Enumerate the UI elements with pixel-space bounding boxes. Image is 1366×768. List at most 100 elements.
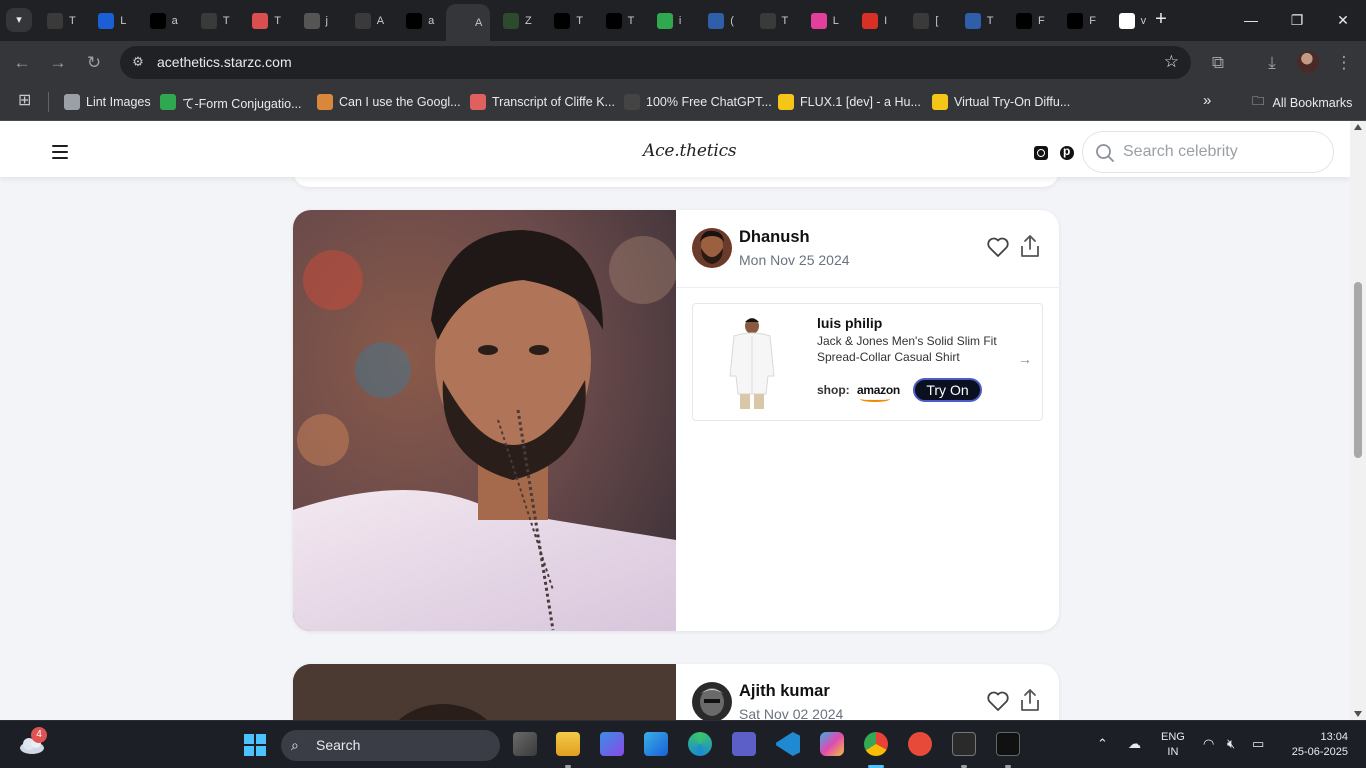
green-box-icon — [656, 12, 673, 29]
browser-tab[interactable]: F — [1060, 6, 1108, 35]
browser-tab[interactable]: L — [91, 6, 139, 35]
bookmark-item[interactable]: Virtual Try-On Diffu... — [932, 92, 1070, 112]
browser-tab[interactable]: T — [40, 6, 88, 35]
browser-tab[interactable]: ( — [701, 6, 749, 35]
close-window-button[interactable]: ✕ — [1328, 8, 1358, 32]
product-image[interactable] — [726, 316, 778, 410]
reload-icon[interactable]: ↻ — [82, 51, 106, 75]
tab-search-menu-button[interactable]: ▾ — [6, 8, 32, 32]
windows-start-icon[interactable] — [243, 733, 267, 757]
wifi-icon[interactable]: ◠ — [1203, 736, 1214, 752]
instagram-icon[interactable] — [1034, 146, 1048, 160]
search-input[interactable] — [1123, 141, 1323, 163]
tab-title: T — [274, 14, 281, 27]
pinterest-icon[interactable] — [1060, 144, 1074, 160]
download-icon[interactable]: ⤓ — [1260, 51, 1284, 75]
task-view-icon[interactable] — [513, 732, 537, 756]
vscode-icon[interactable] — [776, 732, 800, 756]
browser-tab[interactable]: j — [297, 6, 345, 35]
bookmark-item[interactable]: て-Form Conjugatio... — [160, 92, 301, 112]
hamburger-menu-icon[interactable] — [52, 145, 68, 163]
bookmark-label: Transcript of Cliffe K... — [492, 95, 615, 109]
address-bar[interactable]: ⚙ acethetics.starzc.com ☆ — [120, 46, 1191, 79]
heart-icon[interactable] — [986, 236, 1010, 258]
bookmark-item[interactable]: Lint Images — [64, 92, 151, 112]
restore-button[interactable]: ❐ — [1282, 8, 1312, 32]
browser-tab[interactable]: [ — [906, 6, 954, 35]
hf-icon — [778, 94, 794, 110]
browser-tab[interactable]: a — [399, 6, 447, 35]
amazon-logo[interactable]: amazon — [857, 383, 900, 397]
microsoft-store-icon[interactable] — [600, 732, 624, 756]
teams-icon[interactable] — [732, 732, 756, 756]
system-clock[interactable]: 13:04 25-06-2025 — [1284, 730, 1348, 760]
azure-data-icon[interactable] — [644, 732, 668, 756]
site-logo[interactable]: Ace.thetics — [643, 141, 737, 161]
chrome-icon[interactable] — [864, 732, 888, 756]
tab-title: [ — [935, 14, 939, 27]
copilot-icon[interactable] — [820, 732, 844, 756]
scroll-down-arrow-icon[interactable] — [1354, 711, 1362, 717]
celebrity-name[interactable]: Dhanush — [739, 228, 810, 247]
menu-dots-icon[interactable]: ⋮ — [1332, 51, 1356, 75]
forward-icon[interactable]: → — [46, 51, 70, 75]
browser-tab[interactable]: a — [143, 6, 191, 35]
wps-office-icon[interactable] — [908, 732, 932, 756]
celebrity-name[interactable]: Ajith kumar — [739, 682, 830, 701]
battery-icon[interactable]: ▭ — [1252, 736, 1264, 752]
browser-tab[interactable]: T — [753, 6, 801, 35]
product-card[interactable]: luis philip Jack & Jones Men's Solid Sli… — [692, 303, 1043, 421]
site-info-icon[interactable]: ⚙ — [129, 53, 147, 71]
celebrity-photo[interactable] — [293, 664, 676, 720]
browser-tab[interactable]: T — [599, 6, 647, 35]
bookmark-star-icon[interactable]: ☆ — [1164, 52, 1179, 72]
extensions-icon[interactable]: ⧉ — [1206, 51, 1230, 75]
celebrity-avatar[interactable] — [692, 228, 732, 268]
more-bookmarks-icon[interactable]: » — [1203, 92, 1211, 109]
bookmark-item[interactable]: FLUX.1 [dev] - a Hu... — [778, 92, 921, 112]
browser-tab[interactable]: F — [1009, 6, 1057, 35]
url-text[interactable]: acethetics.starzc.com — [157, 54, 292, 70]
browser-tab[interactable]: A✕ — [446, 4, 490, 41]
share-icon[interactable] — [1019, 234, 1041, 258]
browser-tab[interactable]: T — [547, 6, 595, 35]
bookmark-item[interactable]: 100% Free ChatGPT... — [624, 92, 772, 112]
bookmark-item[interactable]: Transcript of Cliffe K... — [470, 92, 615, 112]
back-icon[interactable]: ← — [10, 51, 34, 75]
language-indicator[interactable]: ENG IN — [1161, 730, 1185, 760]
profile-avatar[interactable] — [1297, 51, 1319, 73]
page-scrollbar[interactable] — [1350, 121, 1366, 720]
heart-icon[interactable] — [986, 690, 1010, 712]
minimize-button[interactable]: — — [1236, 8, 1266, 32]
capcut-icon[interactable] — [996, 732, 1020, 756]
browser-tab[interactable]: T — [245, 6, 293, 35]
scrollbar-thumb[interactable] — [1354, 282, 1362, 458]
bookmark-item[interactable]: Can I use the Googl... — [317, 92, 461, 112]
show-hidden-icons-icon[interactable]: ⌃ — [1097, 736, 1108, 752]
product-brand: luis philip — [817, 315, 883, 331]
share-icon[interactable] — [1019, 688, 1041, 712]
browser-tab[interactable]: T — [194, 6, 242, 35]
edge-icon[interactable] — [688, 732, 712, 756]
celebrity-search-box[interactable] — [1082, 131, 1334, 173]
file-explorer-icon[interactable] — [556, 732, 580, 756]
tab-title: F — [1089, 14, 1097, 27]
browser-tab[interactable]: T — [958, 6, 1006, 35]
browser-tab[interactable]: L — [804, 6, 852, 35]
terminal-icon[interactable] — [952, 732, 976, 756]
volume-muted-icon[interactable]: 🔇︎ — [1227, 736, 1235, 752]
all-bookmarks-button[interactable]: 🗀 All Bookmarks — [1252, 92, 1352, 113]
browser-tab[interactable]: i — [650, 6, 698, 35]
celebrity-avatar[interactable] — [692, 682, 732, 720]
browser-tab[interactable]: A — [348, 6, 396, 35]
browser-tab[interactable]: Z — [496, 6, 544, 35]
browser-tab[interactable]: I — [855, 6, 903, 35]
apps-grid-icon[interactable]: ⊞ — [18, 93, 34, 109]
try-on-button[interactable]: Try On — [913, 378, 982, 402]
arrow-right-icon[interactable]: → — [1018, 351, 1032, 367]
cloud-offline-icon[interactable]: ☁ — [1128, 736, 1141, 752]
taskbar-search[interactable]: ⌕ Search — [281, 730, 500, 761]
scroll-up-arrow-icon[interactable] — [1354, 124, 1362, 130]
celebrity-photo[interactable] — [293, 210, 676, 631]
new-tab-button[interactable]: + — [1150, 8, 1172, 32]
